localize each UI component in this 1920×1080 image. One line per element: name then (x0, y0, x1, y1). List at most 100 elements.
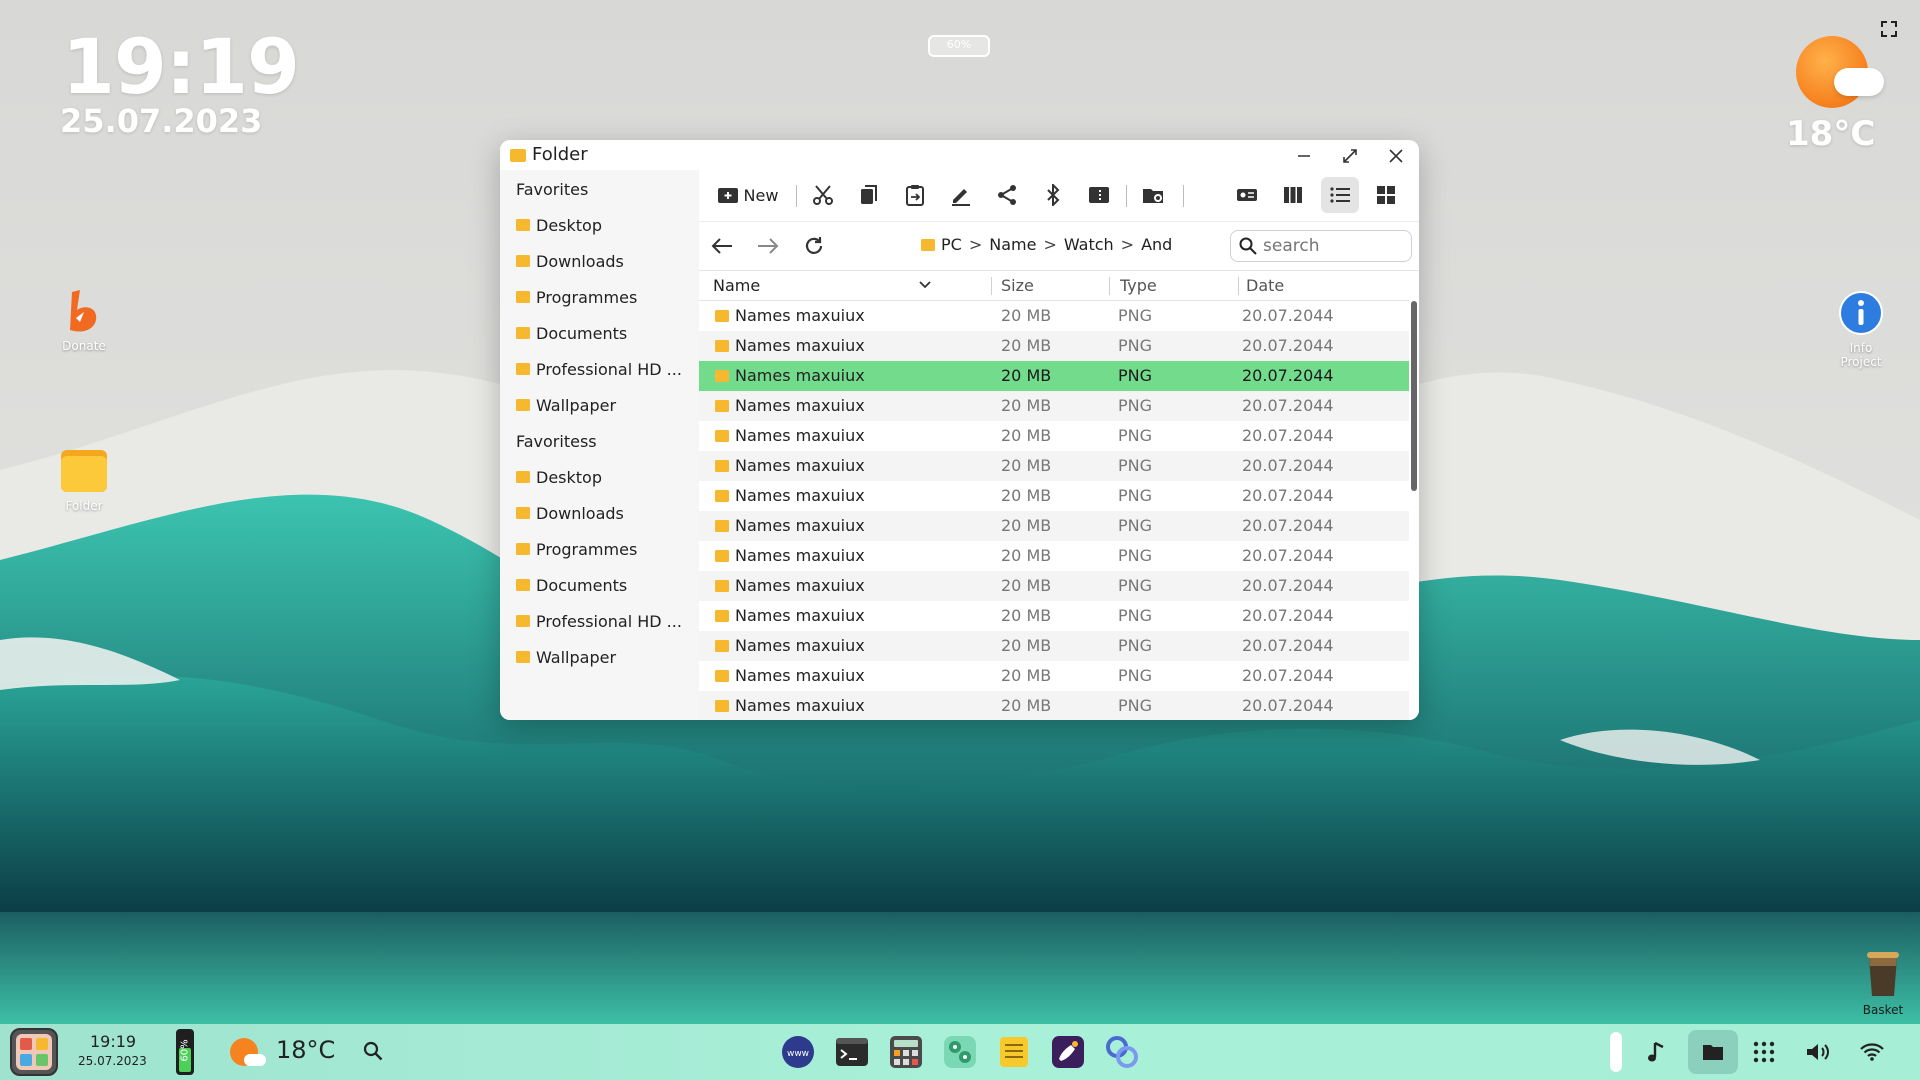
refresh-button[interactable] (801, 233, 827, 259)
table-row[interactable]: Names maxuiux 20 MB PNG 20.07.2044 (699, 661, 1409, 691)
folder-icon (715, 609, 729, 622)
sidebar-item-documents[interactable]: Documents (516, 321, 691, 345)
tray-music-button[interactable] (1640, 1036, 1672, 1068)
sidebar-item-wallpaper[interactable]: Wallpaper (516, 393, 691, 417)
breadcrumb-item[interactable]: PC (941, 235, 962, 254)
trash-icon (1867, 952, 1899, 996)
file-size: 20 MB (1001, 666, 1052, 685)
weather-widget[interactable]: 18°C (1786, 32, 1884, 154)
breadcrumb-item[interactable]: Watch (1064, 235, 1114, 254)
new-button[interactable]: New (713, 181, 783, 209)
info-project-label: Info Project (1840, 341, 1882, 369)
taskbar-app-terminal[interactable] (834, 1034, 870, 1070)
column-divider[interactable] (991, 277, 992, 295)
folder-icon (516, 543, 530, 555)
taskbar-app-paint[interactable] (1050, 1034, 1086, 1070)
file-date: 20.07.2044 (1242, 396, 1334, 415)
table-row[interactable]: Names maxuiux 20 MB PNG 20.07.2044 (699, 511, 1409, 541)
table-row[interactable]: Names maxuiux 20 MB PNG 20.07.2044 (699, 691, 1409, 720)
sidebar-item-wallpaper[interactable]: Wallpaper (516, 645, 691, 669)
table-row[interactable]: Names maxuiux 20 MB PNG 20.07.2044 (699, 631, 1409, 661)
sidebar-item-programmes[interactable]: Programmes (516, 537, 691, 561)
bluetooth-icon (1047, 184, 1060, 206)
desktop-clock-date: 25.07.2023 (60, 102, 263, 140)
table-row[interactable]: Names maxuiux 20 MB PNG 20.07.2044 (699, 601, 1409, 631)
close-button[interactable] (1384, 144, 1408, 168)
taskbar-app-settings[interactable] (942, 1034, 978, 1070)
search-box[interactable] (1230, 230, 1412, 262)
back-button[interactable] (709, 233, 735, 259)
taskbar: 19:19 25.07.2023 60% 18°C www (0, 1024, 1920, 1080)
taskbar-app-store[interactable] (1104, 1034, 1140, 1070)
table-row[interactable]: Names maxuiux 20 MB PNG 20.07.2044 (699, 481, 1409, 511)
cut-button[interactable] (807, 181, 839, 209)
rename-button[interactable] (945, 181, 977, 209)
table-row[interactable]: Names maxuiux 20 MB PNG 20.07.2044 (699, 451, 1409, 481)
sidebar-item-desktop[interactable]: Desktop (516, 213, 691, 237)
search-input[interactable] (1261, 235, 1405, 257)
sidebar-item-downloads[interactable]: Downloads (516, 249, 691, 273)
tray-wifi-button[interactable] (1856, 1036, 1888, 1068)
table-row[interactable]: Names maxuiux 20 MB PNG 20.07.2044 (699, 391, 1409, 421)
column-divider[interactable] (1238, 277, 1239, 295)
breadcrumb-item[interactable]: And (1141, 235, 1172, 254)
view-tiles-button[interactable] (1231, 181, 1263, 209)
start-menu-button[interactable] (10, 1028, 58, 1076)
column-header-type[interactable]: Type (1120, 276, 1157, 295)
column-header-date[interactable]: Date (1246, 276, 1284, 295)
view-columns-button[interactable] (1277, 181, 1309, 209)
sidebar-item-desktop[interactable]: Desktop (516, 465, 691, 489)
view-list-button[interactable] (1321, 177, 1359, 213)
table-row[interactable]: Names maxuiux 20 MB PNG 20.07.2044 (699, 571, 1409, 601)
table-row[interactable]: Names maxuiux 20 MB PNG 20.07.2044 (699, 421, 1409, 451)
basket-desktop-icon[interactable]: Basket (1858, 950, 1908, 1017)
sidebar-item-documents[interactable]: Documents (516, 573, 691, 597)
view-grid-button[interactable] (1370, 181, 1402, 209)
sidebar-item-downloads[interactable]: Downloads (516, 501, 691, 525)
paste-button[interactable] (899, 181, 931, 209)
maximize-button[interactable] (1338, 144, 1362, 168)
taskbar-app-notes[interactable] (996, 1034, 1032, 1070)
taskbar-weather[interactable] (228, 1036, 266, 1070)
forward-button[interactable] (755, 233, 781, 259)
column-divider[interactable] (1109, 277, 1110, 295)
copy-button[interactable] (853, 181, 885, 209)
fullscreen-icon[interactable] (1880, 20, 1898, 38)
sidebar-item-professional-hd[interactable]: Professional HD ... (516, 357, 691, 381)
taskbar-app-calculator[interactable] (888, 1034, 924, 1070)
file-name-cell: Names maxuiux (715, 336, 865, 355)
file-date: 20.07.2044 (1242, 666, 1334, 685)
table-row-selected[interactable]: Names maxuiux 20 MB PNG 20.07.2044 (699, 361, 1409, 391)
tray-files-button[interactable] (1688, 1030, 1738, 1074)
window-titlebar[interactable]: Folder (500, 140, 1419, 170)
donate-desktop-icon[interactable]: Donate (60, 288, 108, 353)
folder-settings-button[interactable] (1137, 181, 1169, 209)
taskbar-battery[interactable]: 60% (176, 1029, 194, 1075)
taskbar-search-button[interactable] (362, 1040, 386, 1064)
share-button[interactable] (991, 181, 1023, 209)
tray-apps-button[interactable] (1748, 1036, 1780, 1068)
column-header-name[interactable]: Name (713, 276, 760, 295)
taskbar-app-browser[interactable]: www (780, 1034, 816, 1070)
folder-desktop-icon[interactable]: Folder (58, 446, 110, 513)
archive-button[interactable] (1083, 181, 1115, 209)
file-size: 20 MB (1001, 636, 1052, 655)
scrollbar-thumb[interactable] (1411, 301, 1417, 491)
bluetooth-button[interactable] (1037, 181, 1069, 209)
file-name: Names maxuiux (735, 426, 865, 445)
minimize-button[interactable] (1292, 144, 1316, 168)
column-header-size[interactable]: Size (1001, 276, 1034, 295)
breadcrumb-item[interactable]: Name (989, 235, 1036, 254)
folder-icon (715, 549, 729, 562)
info-project-desktop-icon[interactable]: Info Project (1834, 290, 1888, 369)
tray-volume-button[interactable] (1802, 1036, 1834, 1068)
chevron-down-icon[interactable] (919, 281, 931, 289)
tray-slider-handle[interactable] (1610, 1032, 1622, 1072)
file-size: 20 MB (1001, 456, 1052, 475)
table-row[interactable]: Names maxuiux 20 MB PNG 20.07.2044 (699, 541, 1409, 571)
taskbar-clock-time[interactable]: 19:19 (90, 1032, 136, 1051)
table-row[interactable]: Names maxuiux 20 MB PNG 20.07.2044 (699, 301, 1409, 331)
table-row[interactable]: Names maxuiux 20 MB PNG 20.07.2044 (699, 331, 1409, 361)
sidebar-item-professional-hd[interactable]: Professional HD ... (516, 609, 691, 633)
sidebar-item-programmes[interactable]: Programmes (516, 285, 691, 309)
